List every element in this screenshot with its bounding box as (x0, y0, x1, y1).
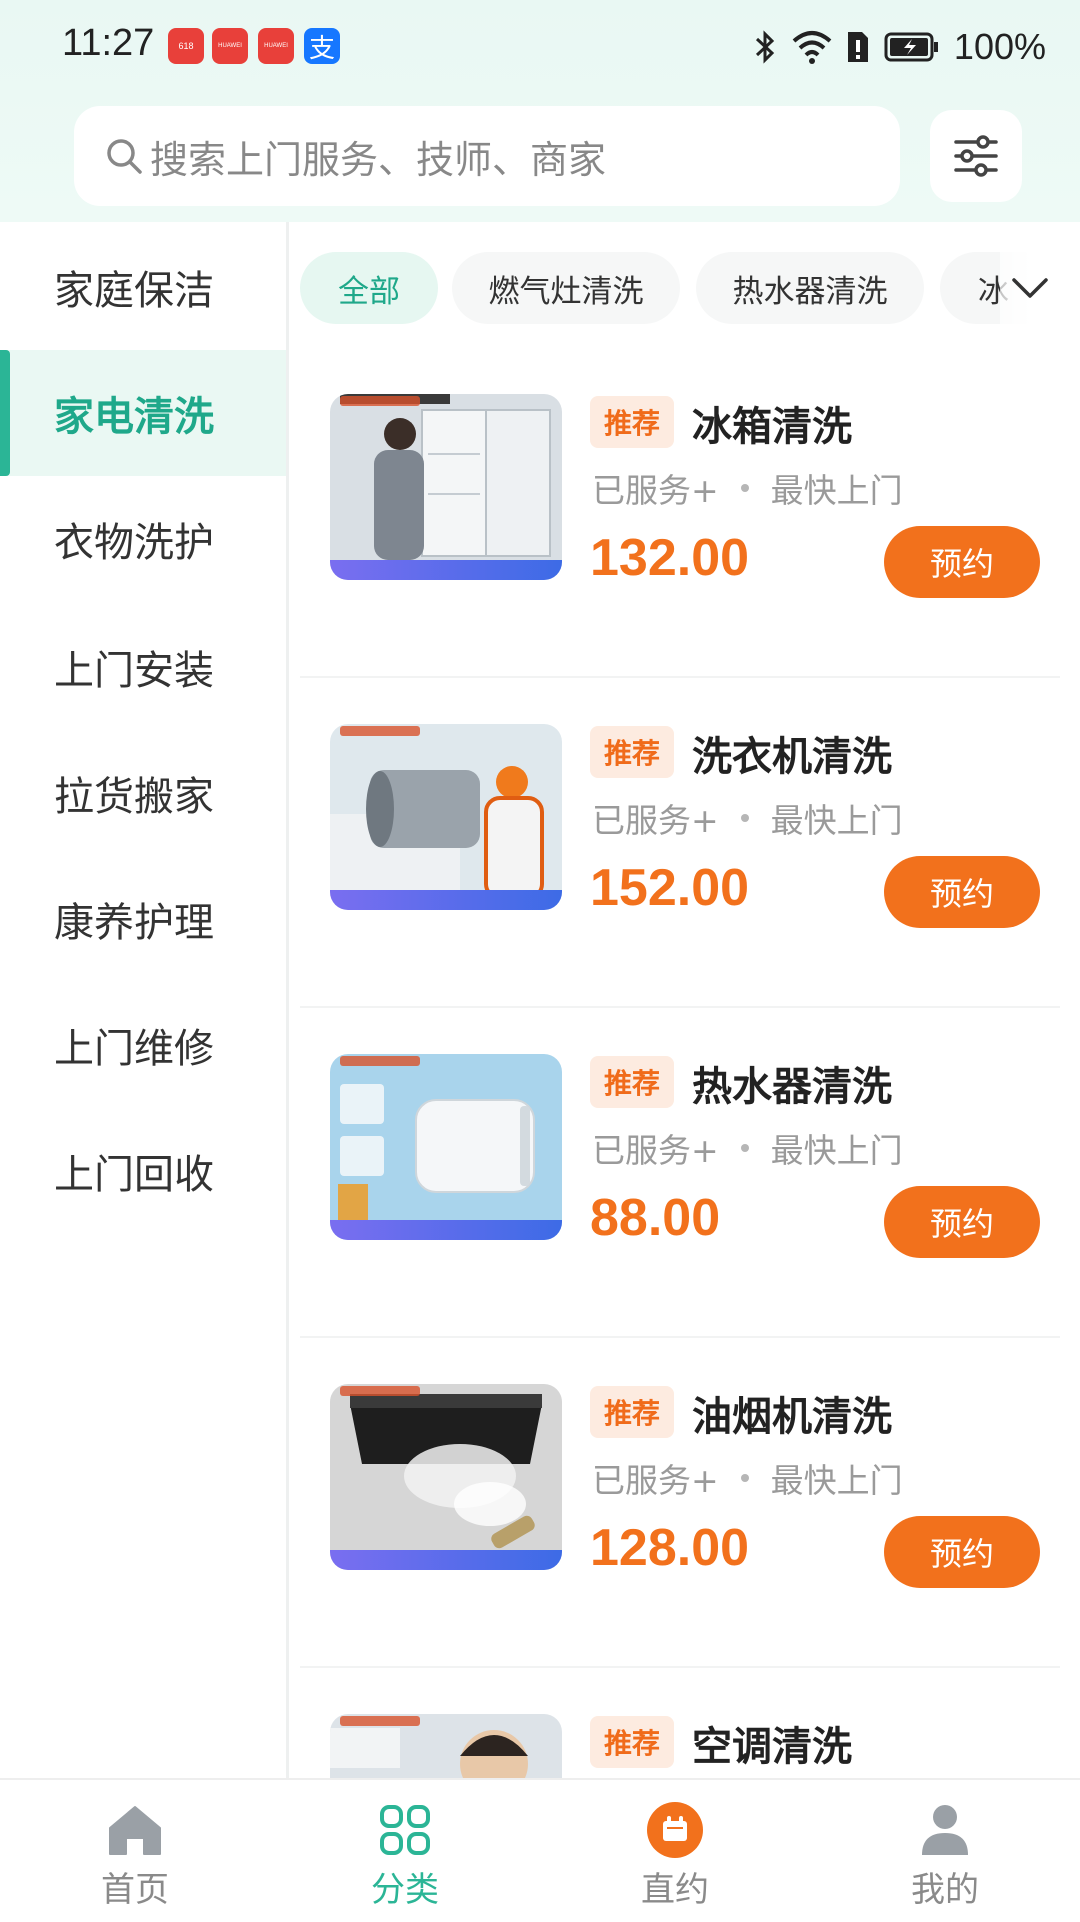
alipay-app-icon: 支 (304, 28, 340, 64)
sidebar-item-recycling[interactable]: 上门回收 (0, 1108, 286, 1234)
sidebar-item-laundry[interactable]: 衣物洗护 (0, 476, 286, 602)
sidebar-item-appliance-cleaning[interactable]: 家电清洗 (0, 350, 286, 476)
service-title: 热水器清洗 (692, 1064, 892, 1110)
filter-button[interactable] (930, 110, 1022, 202)
brand-mark (340, 396, 420, 406)
brand-mark (340, 726, 420, 736)
618-app-icon: 618 (168, 28, 204, 64)
tab-label: 我的 (911, 1870, 979, 1910)
sidebar-item-moving[interactable]: 拉货搬家 (0, 730, 286, 856)
calendar-icon (647, 1802, 703, 1858)
washer-cleaning-thumb (330, 724, 562, 910)
service-card[interactable]: 推荐 热水器清洗 已服务+ 最快上门 88.00 预约 (300, 1006, 1060, 1338)
service-price: 132.00 (590, 529, 750, 587)
sidebar-item-care[interactable]: 康养护理 (0, 856, 286, 982)
sidebar-item-repair[interactable]: 上门维修 (0, 982, 286, 1108)
huawei-app-icon: HUAWEI (212, 28, 248, 64)
service-meta: 已服务+ 最快上门 (592, 1461, 903, 1500)
service-title: 洗衣机清洗 (692, 734, 892, 780)
tab-mine[interactable]: 我的 (810, 1780, 1080, 1922)
search-input[interactable]: 搜索上门服务、技师、商家 (74, 106, 900, 206)
bluetooth-icon (755, 30, 775, 64)
wifi-icon (792, 31, 832, 64)
battery-percent: 100% (953, 26, 1046, 67)
tab-home[interactable]: 首页 (0, 1780, 270, 1922)
tab-direct-booking[interactable]: 直约 (540, 1780, 810, 1922)
brand-mark (340, 1386, 420, 1396)
battery-icon (884, 32, 938, 62)
chip-all[interactable]: 全部 (300, 252, 438, 324)
book-button[interactable]: 预约 (884, 1186, 1040, 1258)
service-price: 128.00 (590, 1519, 750, 1577)
service-card[interactable]: 推荐 油烟机清洗 已服务+ 最快上门 128.00 预约 (300, 1336, 1060, 1668)
status-bar: 11:27 618 HUAWEI HUAWEI 支 100% (0, 0, 1080, 96)
service-title: 油烟机清洗 (692, 1394, 892, 1440)
subcategory-chips: 全部 燃气灶清洗 热水器清洗 冰 (300, 252, 1080, 324)
recommended-tag: 推荐 (590, 1056, 675, 1108)
huawei-app-icon: HUAWEI (258, 28, 294, 64)
service-meta: 已服务+ 最快上门 (592, 1131, 903, 1170)
sim-icon (847, 32, 868, 62)
ac-cleaning-thumb (330, 1714, 562, 1778)
recommended-tag: 推荐 (590, 726, 675, 778)
person-icon (922, 1805, 968, 1855)
service-card[interactable]: 推荐 洗衣机清洗 已服务+ 最快上门 152.00 预约 (300, 676, 1060, 1008)
status-right: 100% (752, 22, 1046, 72)
sidebar-item-home-cleaning[interactable]: 家庭保洁 (0, 224, 286, 350)
book-button[interactable]: 预约 (884, 526, 1040, 598)
category-sidebar: 家庭保洁 家电清洗 衣物洗护 上门安装 拉货搬家 康养护理 上门维修 上门回收 (0, 222, 289, 1778)
tab-label: 首页 (101, 1870, 169, 1910)
bottom-tab-bar: 首页 分类 直约 我的 (0, 1778, 1080, 1922)
filter-sliders-icon (954, 135, 998, 177)
recommended-tag: 推荐 (590, 396, 675, 448)
grid-icon (380, 1805, 430, 1855)
image-strip (330, 560, 562, 580)
image-strip (330, 1550, 562, 1570)
range-hood-cleaning-thumb (330, 1384, 562, 1570)
service-price: 152.00 (590, 859, 750, 917)
chip-gas-stove[interactable]: 燃气灶清洗 (452, 252, 680, 324)
fridge-cleaning-thumb (330, 394, 562, 580)
recommended-tag: 推荐 (590, 1386, 675, 1438)
search-icon (107, 139, 142, 174)
image-strip (330, 1220, 562, 1240)
search-placeholder: 搜索上门服务、技师、商家 (150, 137, 607, 182)
recommended-tag: 推荐 (590, 1716, 675, 1768)
service-card[interactable]: 推荐 冰箱清洗 已服务+ 最快上门 132.00 预约 (300, 346, 1060, 678)
water-heater-cleaning-thumb (330, 1054, 562, 1240)
home-icon (109, 1806, 161, 1855)
service-card[interactable]: 推荐 空调清洗 (300, 1666, 1060, 1778)
status-time: 11:27 (62, 22, 155, 64)
service-meta: 已服务+ 最快上门 (592, 471, 903, 510)
tab-category[interactable]: 分类 (270, 1780, 540, 1922)
service-title: 冰箱清洗 (692, 404, 852, 450)
tab-label: 分类 (371, 1870, 439, 1910)
chevron-down-icon[interactable] (1010, 270, 1050, 306)
service-price: 88.00 (590, 1189, 721, 1247)
tab-label: 直约 (641, 1870, 709, 1910)
chip-water-heater[interactable]: 热水器清洗 (696, 252, 924, 324)
service-meta: 已服务+ 最快上门 (592, 801, 903, 840)
service-title: 空调清洗 (692, 1724, 852, 1770)
book-button[interactable]: 预约 (884, 856, 1040, 928)
brand-mark (340, 1716, 420, 1726)
image-strip (330, 890, 562, 910)
sidebar-item-installation[interactable]: 上门安装 (0, 604, 286, 730)
book-button[interactable]: 预约 (884, 1516, 1040, 1588)
brand-mark (340, 1056, 420, 1066)
